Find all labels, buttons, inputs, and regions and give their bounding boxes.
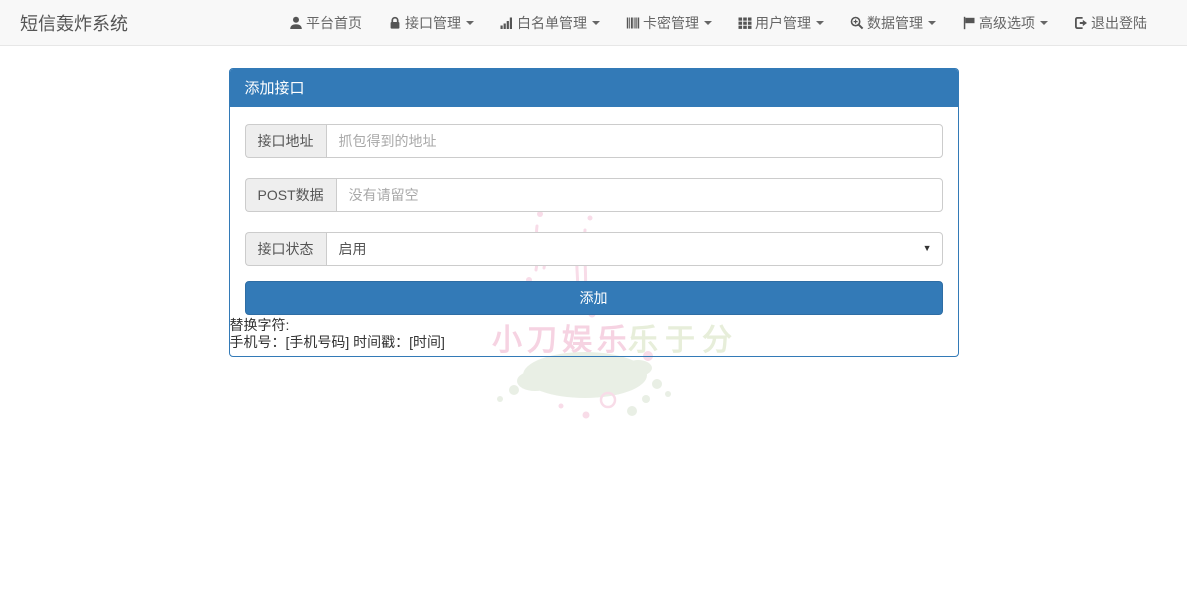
notes-line-2: 手机号：[手机号码] 时间戳：[时间] (230, 334, 943, 351)
replacement-notes: 替换字符: 手机号：[手机号码] 时间戳：[时间] (230, 317, 943, 356)
interface-status-label: 接口状态 (245, 232, 326, 266)
post-data-label: POST数据 (245, 178, 336, 212)
signal-bars-icon (500, 16, 514, 30)
caret-down-icon (704, 21, 712, 25)
nav-item-label: 用户管理 (755, 13, 811, 33)
notes-line-1: 替换字符: (230, 317, 943, 334)
nav-item-label: 高级选项 (979, 13, 1035, 33)
interface-url-input[interactable] (326, 124, 943, 158)
search-plus-icon (850, 16, 864, 30)
interface-status-select[interactable]: 启用 (326, 232, 943, 266)
grid-icon (738, 16, 752, 30)
form-row-interface-status: 接口状态 启用 ▼ (245, 232, 943, 266)
caret-down-icon (816, 21, 824, 25)
nav-item-data-mgmt[interactable]: 数据管理 (837, 0, 949, 46)
post-data-input[interactable] (336, 178, 943, 212)
caret-down-icon (592, 21, 600, 25)
nav-item-label: 数据管理 (867, 13, 923, 33)
nav-item-interface-mgmt[interactable]: 接口管理 (375, 0, 487, 46)
nav-item-label: 平台首页 (306, 13, 362, 33)
form-row-interface-url: 接口地址 (245, 124, 943, 158)
user-icon (289, 16, 303, 30)
nav-item-label: 卡密管理 (643, 13, 699, 33)
barcode-icon (626, 16, 640, 30)
interface-url-label: 接口地址 (245, 124, 326, 158)
app-brand[interactable]: 短信轰炸系统 (20, 10, 128, 36)
nav-item-logout[interactable]: 退出登陆 (1061, 0, 1160, 46)
nav-item-user-mgmt[interactable]: 用户管理 (725, 0, 837, 46)
flag-icon (962, 16, 976, 30)
main-menu: 平台首页 接口管理 白名单管理 (276, 0, 1160, 46)
nav-item-home[interactable]: 平台首页 (276, 0, 375, 46)
sign-out-icon (1074, 16, 1088, 30)
main-content: 添加接口 接口地址 POST数据 接口状态 启用 ▼ 添加 (229, 68, 959, 357)
add-button[interactable]: 添加 (245, 281, 943, 315)
nav-item-label: 白名单管理 (517, 13, 587, 33)
caret-down-icon (1040, 21, 1048, 25)
nav-item-label: 接口管理 (405, 13, 461, 33)
panel-body: 接口地址 POST数据 接口状态 启用 ▼ 添加 替换字符: 手机号：[ (230, 107, 958, 356)
caret-down-icon (928, 21, 936, 25)
nav-item-card-key-mgmt[interactable]: 卡密管理 (613, 0, 725, 46)
interface-status-select-wrap: 启用 ▼ (326, 232, 943, 266)
lock-icon (388, 16, 402, 30)
caret-down-icon (466, 21, 474, 25)
nav-item-label: 退出登陆 (1091, 13, 1147, 33)
nav-item-whitelist-mgmt[interactable]: 白名单管理 (487, 0, 613, 46)
add-interface-panel: 添加接口 接口地址 POST数据 接口状态 启用 ▼ 添加 (229, 68, 959, 357)
panel-title: 添加接口 (230, 69, 958, 107)
form-row-post-data: POST数据 (245, 178, 943, 212)
top-navbar: 短信轰炸系统 平台首页 接口管理 (0, 0, 1187, 46)
nav-item-advanced-options[interactable]: 高级选项 (949, 0, 1061, 46)
